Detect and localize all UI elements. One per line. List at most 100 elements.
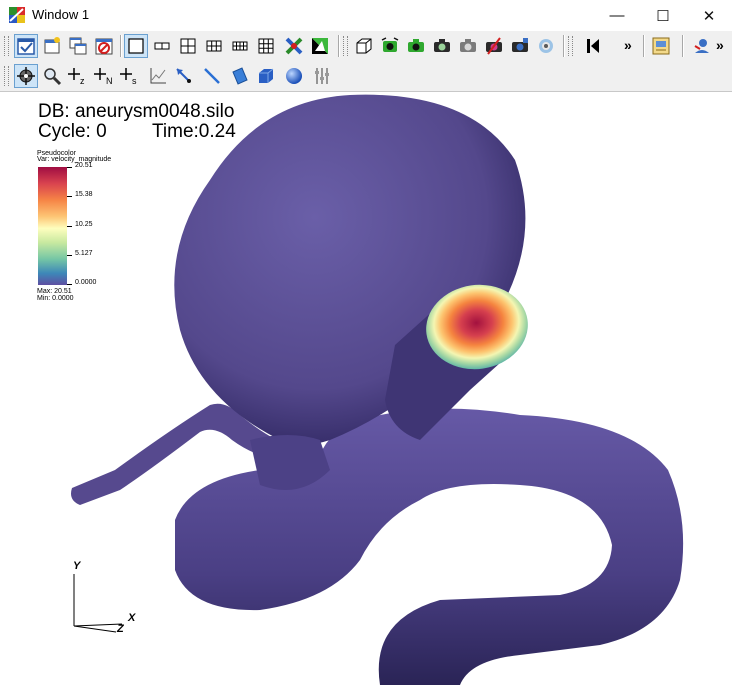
- camera-save-icon: [434, 39, 450, 52]
- invert-background-icon: [312, 38, 328, 54]
- toolbar-grip[interactable]: [4, 36, 9, 56]
- legend-tick-label: 20.51: [75, 162, 93, 169]
- plane-tool-icon: [232, 67, 248, 85]
- zoom-mode-button[interactable]: [40, 64, 64, 88]
- point-tool-button[interactable]: [172, 64, 196, 88]
- clone-window-button[interactable]: [66, 34, 90, 58]
- window-title: Window 1: [32, 7, 90, 22]
- layout-3x3-button[interactable]: [228, 34, 252, 58]
- toolbar-overflow-button[interactable]: »: [624, 37, 632, 53]
- active-window-button[interactable]: [14, 34, 38, 58]
- zoom-mode-icon: [44, 68, 62, 86]
- recenter-view-button[interactable]: [482, 34, 506, 58]
- toolbar-separator: [682, 35, 683, 57]
- toolbar-separator: [120, 35, 121, 57]
- legend-max: Max: 20.51: [37, 288, 72, 295]
- window-title-bar: Window 1 — ☐ ✕: [0, 0, 732, 31]
- mode-toolbar: z N s: [0, 61, 732, 92]
- set-view-button[interactable]: [690, 34, 714, 58]
- lock-view-icon: [285, 37, 303, 55]
- reset-view-button[interactable]: [534, 34, 558, 58]
- svg-text:z: z: [80, 76, 85, 86]
- y-axis-label: Y: [73, 560, 81, 572]
- toolbar-grip[interactable]: [343, 36, 348, 56]
- legend-tick: [67, 284, 72, 285]
- layout-2x2-button[interactable]: [176, 34, 200, 58]
- pick-zone-icon: z: [68, 68, 85, 86]
- pick-zone-button[interactable]: z: [66, 64, 90, 88]
- layout-1x1-icon: [128, 38, 144, 54]
- delete-window-icon: [95, 38, 113, 55]
- line-tool-icon: [204, 68, 220, 84]
- minimize-button[interactable]: —: [594, 0, 640, 31]
- line-tool-button[interactable]: [200, 64, 224, 88]
- main-toolbar: » »: [0, 31, 732, 62]
- undo-view-button[interactable]: [508, 34, 532, 58]
- legend-tick-label: 0.0000: [75, 279, 97, 286]
- x-axis-label: X: [128, 612, 136, 624]
- maximize-button[interactable]: ☐: [640, 0, 686, 31]
- navigate-mode-icon: [17, 67, 35, 85]
- z-axis-label: Z: [117, 623, 124, 635]
- recenter-view-icon: [486, 37, 502, 55]
- clone-window-icon: [69, 37, 87, 55]
- sphere-tool-button[interactable]: [282, 64, 306, 88]
- stop-animation-button[interactable]: [580, 34, 604, 58]
- reset-view-icon: [539, 39, 553, 53]
- plane-tool-button[interactable]: [228, 64, 252, 88]
- invert-background-button[interactable]: [308, 34, 332, 58]
- lineout-button[interactable]: [146, 64, 170, 88]
- time-label: Time:0.24: [152, 121, 236, 142]
- toolbar-separator: [563, 35, 564, 57]
- bbox-mode-button[interactable]: [352, 34, 376, 58]
- new-window-icon: [44, 37, 60, 54]
- axis-triad: [73, 574, 123, 633]
- stop-animation-icon: [587, 39, 599, 53]
- camera-save-button[interactable]: [430, 34, 454, 58]
- legend-tick-label: 5.127: [75, 250, 93, 257]
- minimize-icon: —: [609, 7, 625, 24]
- lock-view-button[interactable]: [282, 34, 306, 58]
- active-window-icon: [17, 38, 35, 55]
- svg-text:N: N: [106, 76, 113, 86]
- copy-window-button[interactable]: [649, 34, 673, 58]
- legend-colorbar: [38, 167, 67, 285]
- svg-text:s: s: [132, 76, 137, 86]
- layout-1x2-button[interactable]: [150, 34, 174, 58]
- layout-4x4-button[interactable]: [254, 34, 278, 58]
- layout-4x4-icon: [258, 38, 274, 54]
- layout-1x2-icon: [154, 42, 170, 50]
- camera-view-button[interactable]: [456, 34, 480, 58]
- close-button[interactable]: ✕: [686, 0, 732, 31]
- pick-node-icon: N: [94, 68, 113, 86]
- layout-3x3-icon: [232, 41, 248, 51]
- legend-tick-label: 10.25: [75, 221, 93, 228]
- maximize-icon: ☐: [656, 7, 670, 25]
- visit-app-icon: [9, 7, 25, 23]
- toolbar-overflow-button[interactable]: »: [716, 37, 724, 53]
- legend-min: Min: 0.0000: [37, 295, 74, 302]
- navigate-mode-button[interactable]: [14, 64, 38, 88]
- database-label: DB: aneurysm0048.silo: [38, 101, 235, 122]
- legend-tick: [67, 196, 72, 197]
- delete-window-button[interactable]: [92, 34, 116, 58]
- layout-2x3-button[interactable]: [202, 34, 226, 58]
- toolbar-separator: [338, 35, 339, 57]
- layout-1x1-button[interactable]: [124, 34, 148, 58]
- legend-tick: [67, 226, 72, 227]
- camera-view-icon: [460, 39, 476, 52]
- camera-button[interactable]: [404, 34, 428, 58]
- box-tool-button[interactable]: [254, 64, 278, 88]
- layout-2x3-icon: [206, 40, 222, 52]
- axis-tool-button[interactable]: [310, 64, 334, 88]
- point-tool-icon: [176, 68, 191, 83]
- toolbar-grip[interactable]: [4, 66, 9, 86]
- spin-button[interactable]: [378, 34, 402, 58]
- pick-s-button[interactable]: s: [118, 64, 142, 88]
- toolbar-grip[interactable]: [568, 36, 573, 56]
- new-window-button[interactable]: [40, 34, 64, 58]
- axis-tool-icon: [315, 68, 329, 84]
- pick-node-button[interactable]: N: [92, 64, 116, 88]
- layout-2x2-icon: [180, 38, 196, 54]
- pick-s-icon: s: [120, 68, 137, 86]
